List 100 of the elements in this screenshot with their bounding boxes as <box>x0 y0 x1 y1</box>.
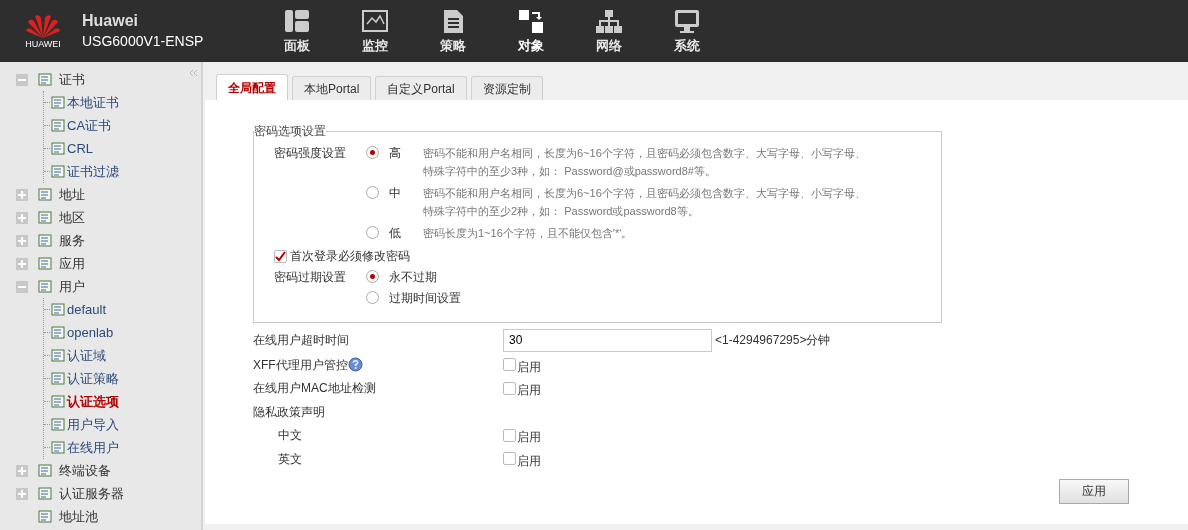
document-icon <box>51 141 66 156</box>
collapse-toggle[interactable] <box>16 280 28 293</box>
tree-item[interactable]: 认证策略 <box>67 368 119 389</box>
tab[interactable]: 自定义Portal <box>375 76 467 100</box>
option-description: 密码长度为1~16个字符，且不能仅包含'*'。 <box>423 226 634 241</box>
field-label: 在线用户超时时间 <box>253 332 349 349</box>
tree-item[interactable]: 认证服务器 <box>59 483 124 504</box>
option-description: 密码不能和用户名相同，长度为6~16个字符，且密码必须包含数字、大写字母、小写字母、特殊字符中的至少3种，如： Password@或password8#等。 <box>423 146 867 179</box>
document-icon <box>51 118 66 133</box>
document-icon <box>38 279 53 294</box>
dashboard-icon <box>283 8 311 35</box>
nav-item[interactable]: 策略 <box>414 8 492 54</box>
field-label: 密码强度设置 <box>274 145 347 162</box>
document-icon <box>51 371 66 386</box>
option-description: 密码不能和用户名相同，长度为6~16个字符，且密码必须包含数字、大写字母、小写字母、特殊字符中的至少2种，如： Password或password8等。 <box>423 186 867 219</box>
tab[interactable]: 全局配置 <box>216 74 288 100</box>
document-icon <box>51 348 66 363</box>
field-label: 密码过期设置 <box>274 268 347 286</box>
tree-item[interactable]: 应用 <box>59 253 85 274</box>
expand-toggle[interactable] <box>16 211 28 224</box>
document-icon <box>51 394 66 409</box>
document-icon <box>38 509 53 524</box>
field-label: 在线用户MAC地址检测 <box>253 380 376 398</box>
tree-item[interactable]: 终端设备 <box>59 460 111 481</box>
product-title: Huawei <box>82 11 139 31</box>
checkbox-label: 启用 <box>517 382 541 400</box>
checkbox[interactable] <box>274 249 287 263</box>
expand-toggle[interactable] <box>16 188 28 201</box>
field-label: XFF代理用户管控 <box>253 356 348 374</box>
tab[interactable]: 本地Portal <box>292 76 372 100</box>
range-hint: <1-4294967295>分钟 <box>715 332 831 349</box>
tree-item[interactable]: 地址 <box>59 184 85 205</box>
option-label: 高 <box>389 145 402 162</box>
apply-button[interactable]: 应用 <box>1059 478 1129 504</box>
tree-item[interactable]: 用户导入 <box>67 414 119 435</box>
collapse-icon <box>188 69 198 77</box>
checkbox[interactable] <box>503 452 516 466</box>
fieldset-legend: 密码选项设置 <box>254 122 326 140</box>
tree-item[interactable]: 地址池 <box>59 506 98 527</box>
document-icon <box>51 302 66 317</box>
checkbox[interactable] <box>503 358 516 372</box>
checkbox-label: 启用 <box>517 452 541 470</box>
radio-button[interactable] <box>366 226 379 239</box>
field-label: 英文 <box>278 450 302 468</box>
document-icon <box>51 440 66 455</box>
document-icon <box>38 233 53 248</box>
nav-item[interactable]: 面板 <box>258 8 336 54</box>
radio-button[interactable] <box>366 146 379 159</box>
checkbox-label: 启用 <box>517 358 541 376</box>
expand-toggle[interactable] <box>16 234 28 247</box>
checkbox-label: 启用 <box>517 429 541 447</box>
nav-item[interactable]: 系统 <box>648 8 726 54</box>
tree-item[interactable]: CRL <box>67 138 93 159</box>
tree-item[interactable]: 本地证书 <box>67 92 119 113</box>
tree-item[interactable]: 用户 <box>59 276 85 297</box>
monitor-chart-icon <box>361 8 389 35</box>
option-label: 低 <box>389 225 402 242</box>
document-icon <box>38 486 53 501</box>
document-icon <box>38 210 53 225</box>
option-label: 中 <box>389 185 402 202</box>
nav-item[interactable]: 网络 <box>570 8 648 54</box>
radio-button[interactable] <box>366 291 379 304</box>
tree-item[interactable]: 在线用户 <box>67 437 119 458</box>
document-icon <box>51 95 66 110</box>
computer-icon <box>673 8 701 35</box>
tree-item[interactable]: 认证域 <box>67 345 106 366</box>
expand-toggle[interactable] <box>16 257 28 270</box>
section-heading: 隐私政策声明 <box>253 403 325 421</box>
document-icon <box>51 164 66 179</box>
checkbox-label: 首次登录必须修改密码 <box>290 248 410 265</box>
radio-button[interactable] <box>366 186 379 199</box>
radio-button[interactable] <box>366 270 379 283</box>
field-label: 中文 <box>278 427 302 445</box>
document-icon <box>51 417 66 432</box>
tree-item[interactable]: 地区 <box>59 207 85 228</box>
tree-item[interactable]: default <box>67 299 107 320</box>
objects-icon <box>517 8 545 35</box>
tree-item[interactable]: 证书过滤 <box>67 161 119 182</box>
document-icon <box>38 256 53 271</box>
collapse-toggle[interactable] <box>16 73 28 86</box>
document-icon <box>51 325 66 340</box>
tree-item[interactable]: CA证书 <box>67 115 112 136</box>
nav-item[interactable]: 对象 <box>492 8 570 54</box>
checkbox[interactable] <box>503 381 516 395</box>
checkbox[interactable] <box>503 428 516 442</box>
document-icon <box>38 72 53 87</box>
tree-item[interactable]: openlab <box>67 322 114 343</box>
text-field[interactable]: 30 <box>503 328 712 352</box>
option-label: 过期时间设置 <box>389 289 461 307</box>
tab[interactable]: 资源定制 <box>470 76 543 100</box>
document-icon <box>38 187 53 202</box>
document-icon <box>38 463 53 478</box>
expand-toggle[interactable] <box>16 487 28 500</box>
model-name: USG6000V1-ENSP <box>82 32 205 51</box>
expand-toggle[interactable] <box>16 464 28 477</box>
tree-item[interactable]: 证书 <box>59 69 85 90</box>
tree-item[interactable]: 认证选项 <box>67 391 119 412</box>
nav-item[interactable]: 监控 <box>336 8 414 54</box>
network-icon <box>595 8 623 35</box>
tree-item[interactable]: 服务 <box>59 230 85 251</box>
